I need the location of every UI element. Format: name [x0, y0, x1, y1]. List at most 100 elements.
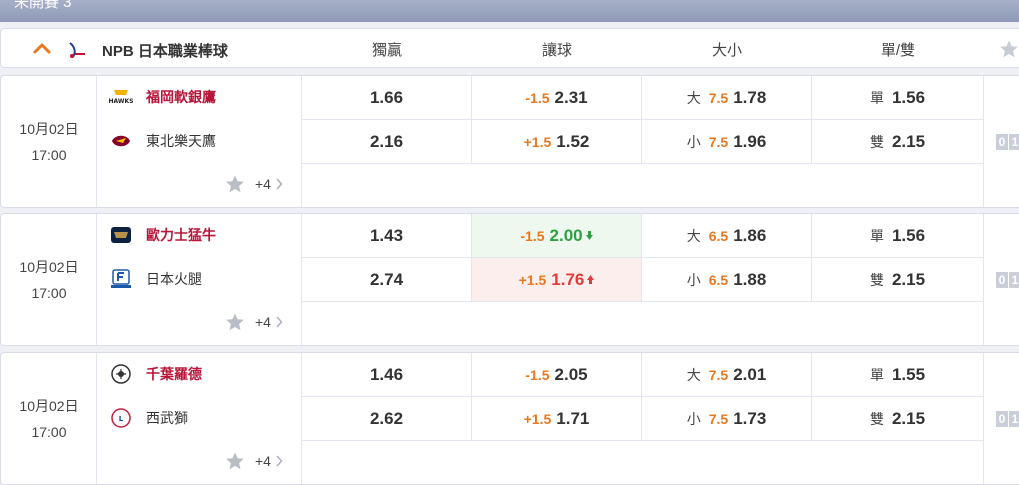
handicap-odds: 2.00 [549, 225, 583, 245]
odd-odds: 1.56 [891, 87, 926, 107]
total-over-cell[interactable]: 大 7.5 1.78 [642, 76, 812, 120]
star-icon[interactable] [999, 39, 1019, 59]
odd-cell[interactable]: 單 1.56 [812, 214, 983, 258]
total-line: 7.5 [708, 89, 729, 106]
column-header-handicap: 讓球 [541, 42, 573, 59]
odd-cell[interactable]: 單 1.55 [812, 353, 983, 397]
handicap-odds: 2.05 [554, 364, 588, 384]
total-line: 7.5 [708, 366, 729, 383]
stats-column[interactable]: 0 1 [983, 76, 1019, 207]
total-over-odds: 1.86 [733, 225, 767, 245]
score-badge: 0 1 [996, 411, 1019, 427]
more-markets-button[interactable]: +4 [225, 312, 293, 332]
moneyline-home-odds[interactable]: 1.66 [302, 76, 472, 120]
handicap-home-cell[interactable]: -1.5 2.05 [472, 353, 642, 397]
home-team-logo-icon: HAWKS [109, 87, 133, 107]
handicap-line: -1.5 [520, 227, 545, 244]
even-odds: 2.15 [891, 131, 926, 151]
chevron-up-icon[interactable] [31, 37, 53, 59]
total-under-label: 小 [686, 133, 701, 150]
section-header[interactable]: 未開賽 3 [0, 0, 1019, 22]
match-row: 10月02日 17:00 千葉羅德 L 西武獅 +4 1.46 2.62 -1.… [0, 352, 1019, 485]
handicap-line: +1.5 [523, 410, 552, 427]
total-over-label: 大 [686, 227, 701, 244]
moneyline-away-odds[interactable]: 2.74 [302, 258, 472, 302]
away-team-logo-icon [111, 269, 131, 288]
total-under-cell[interactable]: 小 7.5 1.73 [642, 397, 812, 441]
total-over-odds: 1.78 [733, 87, 767, 107]
column-header-total: 大小 [711, 42, 743, 59]
handicap-home-cell[interactable]: -1.5 2.31 [472, 76, 642, 120]
total-over-label: 大 [686, 89, 701, 106]
odd-label: 單 [869, 366, 884, 383]
even-cell[interactable]: 雙 2.15 [812, 258, 983, 302]
total-under-cell[interactable]: 小 6.5 1.88 [642, 258, 812, 302]
score-digit: 1 [1009, 272, 1019, 288]
handicap-away-cell[interactable]: +1.5 1.76 [472, 258, 642, 302]
teams-column: 歐力士猛牛 日本火腿 +4 [97, 214, 302, 345]
more-markets-button[interactable]: +4 [225, 174, 293, 194]
even-label: 雙 [869, 410, 884, 427]
moneyline-away-odds[interactable]: 2.16 [302, 120, 472, 164]
score-badge: 0 1 [996, 134, 1019, 150]
empty-market-row [302, 302, 983, 345]
svg-text:L: L [119, 415, 124, 423]
handicap-odds: 1.71 [556, 408, 590, 428]
away-team-name: 日本火腿 [146, 271, 202, 287]
match-row: 10月02日 17:00 HAWKS 福岡軟銀鷹 東北樂天鷹 +4 1.66 2… [0, 75, 1019, 208]
arrow-down-icon [585, 231, 593, 240]
total-over-label: 大 [686, 366, 701, 383]
odd-cell[interactable]: 單 1.56 [812, 76, 983, 120]
score-digit: 1 [1009, 134, 1019, 150]
away-team-name: 東北樂天鷹 [146, 133, 216, 149]
total-over-cell[interactable]: 大 7.5 2.01 [642, 353, 812, 397]
away-team-name: 西武獅 [146, 410, 188, 426]
chevron-right-icon [276, 455, 283, 467]
column-header-moneyline: 獨贏 [371, 42, 403, 59]
even-odds: 2.15 [891, 408, 926, 428]
away-team[interactable]: 日本火腿 [109, 267, 202, 291]
star-icon[interactable] [225, 174, 245, 194]
home-team[interactable]: HAWKS 福岡軟銀鷹 [109, 85, 216, 109]
stats-column[interactable]: 0 1 [983, 214, 1019, 345]
score-digit: 1 [1009, 411, 1019, 427]
handicap-away-cell[interactable]: +1.5 1.71 [472, 397, 642, 441]
home-team-name: 千葉羅德 [146, 366, 202, 382]
total-over-cell[interactable]: 大 6.5 1.86 [642, 214, 812, 258]
handicap-line: +1.5 [523, 133, 552, 150]
match-time: 10月02日 17:00 [1, 353, 97, 484]
empty-market-row [302, 164, 983, 207]
star-icon[interactable] [225, 451, 245, 471]
home-team[interactable]: 千葉羅德 [109, 362, 202, 386]
match-start-time: 17:00 [31, 424, 67, 440]
moneyline-home-odds[interactable]: 1.43 [302, 214, 472, 258]
handicap-home-cell[interactable]: -1.5 2.00 [472, 214, 642, 258]
away-team[interactable]: L 西武獅 [109, 406, 188, 430]
score-digit: 0 [996, 272, 1008, 288]
column-header-odd-even: 單/雙 [880, 42, 916, 59]
moneyline-home-odds[interactable]: 1.46 [302, 353, 472, 397]
away-team-logo-icon: L [111, 408, 131, 428]
empty-market-row [302, 441, 983, 484]
handicap-line: +1.5 [518, 271, 547, 288]
handicap-away-cell[interactable]: +1.5 1.52 [472, 120, 642, 164]
handicap-odds: 1.52 [556, 131, 590, 151]
score-digit: 0 [996, 134, 1008, 150]
npb-logo-icon [69, 42, 85, 58]
even-cell[interactable]: 雙 2.15 [812, 397, 983, 441]
star-icon[interactable] [225, 312, 245, 332]
match-date: 10月02日 [19, 259, 79, 275]
total-under-label: 小 [686, 271, 701, 288]
league-header: NPB 日本職業棒球 獨贏 讓球 大小 單/雙 [0, 28, 1019, 68]
more-markets-button[interactable]: +4 [225, 451, 293, 471]
home-team[interactable]: 歐力士猛牛 [109, 223, 216, 247]
score-badge: 0 1 [996, 272, 1019, 288]
away-team[interactable]: 東北樂天鷹 [109, 129, 216, 153]
more-markets-count: +4 [255, 314, 271, 330]
total-under-cell[interactable]: 小 7.5 1.96 [642, 120, 812, 164]
stats-column[interactable]: 0 1 [983, 353, 1019, 484]
even-cell[interactable]: 雙 2.15 [812, 120, 983, 164]
more-markets-count: +4 [255, 176, 271, 192]
moneyline-away-odds[interactable]: 2.62 [302, 397, 472, 441]
match-date: 10月02日 [19, 398, 79, 414]
